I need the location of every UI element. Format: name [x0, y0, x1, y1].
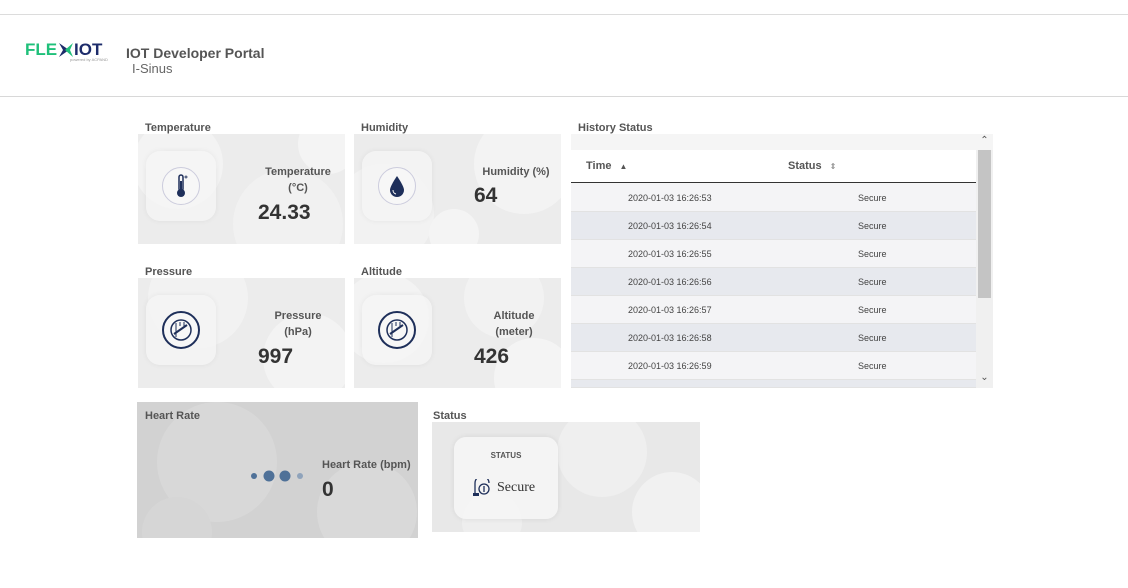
water-drop-icon	[378, 167, 416, 205]
table-row[interactable]: 2020-01-03 16:26:56 Secure	[571, 268, 976, 296]
pressure-label-line1: Pressure	[274, 310, 322, 322]
portal-subtitle: I-Sinus	[132, 61, 173, 76]
pressure-card: Pressure (hPa) 997	[138, 278, 345, 388]
humidity-value: 64	[474, 184, 498, 207]
humidity-label: Humidity (%)	[482, 166, 550, 178]
loading-dots-icon	[251, 470, 303, 482]
table-header: Time ▲ Status ⇕	[571, 150, 976, 183]
column-header-status[interactable]: Status ⇕	[788, 160, 836, 172]
status-section-label: Status	[433, 410, 467, 422]
row-time: 2020-01-03 16:26:57	[628, 305, 712, 315]
pressure-label-line2: (hPa)	[284, 326, 312, 338]
status-box: STATUS Secure	[454, 437, 558, 519]
temperature-icon-box	[146, 151, 216, 221]
column-label-time: Time	[586, 160, 612, 172]
row-status: Secure	[858, 277, 887, 287]
status-card: STATUS Secure	[432, 422, 700, 532]
fingerprint-icon	[473, 479, 490, 496]
column-label-status: Status	[788, 160, 822, 172]
altitude-label-line2: (meter)	[495, 326, 533, 338]
status-heading: STATUS	[490, 451, 522, 460]
pressure-label: Pressure (hPa)	[258, 308, 338, 340]
scroll-up-icon[interactable]: ⌃	[976, 135, 993, 149]
humidity-icon-box	[362, 151, 432, 221]
altitude-card: Altitude (meter) 426	[354, 278, 561, 388]
table-row[interactable]: 2020-01-03 16:26:58 Secure	[571, 324, 976, 352]
altitude-icon-box	[362, 295, 432, 365]
logo-subtext: powered by ACPAND	[70, 57, 108, 62]
row-time: 2020-01-03 16:26:58	[628, 333, 712, 343]
table-row[interactable]: 2020-01-03 16:26:55 Secure	[571, 240, 976, 268]
svg-text:FLE: FLE	[25, 40, 57, 59]
portal-title: IOT Developer Portal	[126, 45, 265, 61]
scrollbar-thumb[interactable]	[978, 150, 991, 298]
heart-rate-card: Heart Rate Heart Rate (bpm) 0	[137, 402, 418, 538]
altitude-label-line1: Altitude	[493, 310, 535, 322]
temperature-label-line1: Temperature	[265, 166, 331, 178]
heart-rate-value: 0	[322, 478, 334, 501]
flexiot-logo[interactable]: FLE IOT powered by ACPAND	[25, 38, 110, 64]
temperature-card: Temperature (°C) 24.33	[138, 134, 345, 244]
row-status: Secure	[858, 221, 887, 231]
table-row[interactable]: 2020-01-03 16:26:57 Secure	[571, 296, 976, 324]
table-row[interactable]: 2020-01-03 16:26:59 Secure	[571, 352, 976, 380]
row-status: Secure	[858, 361, 887, 371]
row-time: 2020-01-03 16:26:59	[628, 361, 712, 371]
pressure-value: 997	[258, 345, 294, 368]
pressure-section-label: Pressure	[145, 266, 193, 278]
table-row-partial	[571, 380, 976, 388]
altitude-value: 426	[474, 345, 510, 368]
row-status: Secure	[858, 305, 887, 315]
row-status: Secure	[858, 249, 887, 259]
gauge-icon	[162, 311, 200, 349]
row-time: 2020-01-03 16:26:54	[628, 221, 712, 231]
table-row[interactable]: 2020-01-03 16:26:54 Secure	[571, 212, 976, 240]
row-time: 2020-01-03 16:26:55	[628, 249, 712, 259]
humidity-section-label: Humidity	[361, 122, 409, 134]
history-table: Time ▲ Status ⇕ 2020-01-03 16:26:53 Secur…	[571, 134, 993, 388]
table-scrollbar[interactable]	[976, 150, 993, 388]
row-status: Secure	[858, 333, 887, 343]
temperature-label: Temperature (°C)	[258, 164, 338, 196]
sort-asc-icon[interactable]: ▲	[620, 162, 628, 171]
humidity-card: Humidity (%) 64	[354, 134, 561, 244]
scroll-down-icon[interactable]: ⌄	[976, 372, 993, 386]
row-time: 2020-01-03 16:26:56	[628, 277, 712, 287]
sort-both-icon[interactable]: ⇕	[830, 162, 837, 171]
status-value: Secure	[497, 480, 536, 495]
altitude-section-label: Altitude	[361, 266, 402, 278]
table-row[interactable]: 2020-01-03 16:26:53 Secure	[571, 184, 976, 212]
temperature-section-label: Temperature	[145, 122, 211, 134]
heart-rate-label: Heart Rate (bpm)	[322, 459, 411, 471]
column-header-time[interactable]: Time ▲	[586, 160, 627, 172]
row-time: 2020-01-03 16:26:53	[628, 193, 712, 203]
temperature-value: 24.33	[258, 201, 311, 224]
history-section-label: History Status	[578, 122, 653, 134]
thermometer-icon	[162, 167, 200, 205]
row-status: Secure	[858, 193, 887, 203]
temperature-label-line2: (°C)	[288, 182, 308, 194]
heart-rate-section-label: Heart Rate	[145, 410, 201, 422]
gauge-icon	[378, 311, 416, 349]
altitude-label: Altitude (meter)	[474, 308, 554, 340]
pressure-icon-box	[146, 295, 216, 365]
